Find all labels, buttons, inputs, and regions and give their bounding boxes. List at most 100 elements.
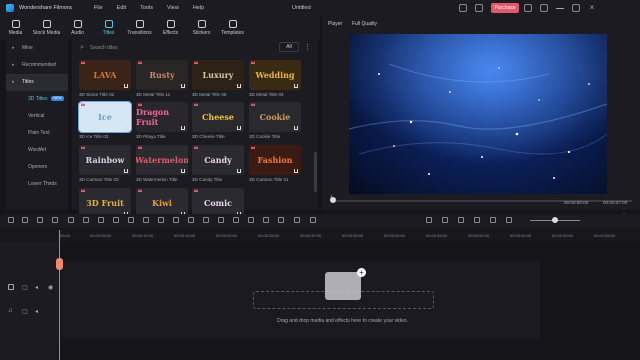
download-icon[interactable] [181,126,185,130]
speed-icon[interactable] [83,217,89,223]
tool-icon[interactable] [310,217,316,223]
delete-icon[interactable] [37,217,43,223]
nav-item-plain-text[interactable]: Plain Text [6,125,68,142]
audio-icon[interactable] [458,217,464,223]
download-icon[interactable] [294,84,298,88]
nav-item-openers[interactable]: Openers [6,159,68,176]
folder-icon[interactable]: ▢ [22,284,28,291]
title-thumbnail[interactable]: Cookie [249,102,301,132]
render-icon[interactable] [426,217,432,223]
notification-icon[interactable] [524,4,532,12]
upload-icon[interactable] [475,4,483,12]
account-icon[interactable] [459,4,467,12]
menu-help[interactable]: Help [193,5,204,11]
title-thumbnail[interactable]: Rainbow [79,145,131,175]
download-icon[interactable] [237,84,241,88]
menu-view[interactable]: View [167,5,179,11]
audio-stretch-icon[interactable] [128,217,134,223]
visibility-icon[interactable]: ◉ [48,284,53,291]
nav-item-3d-titles[interactable]: 3D Titles NEW [6,91,68,108]
purchase-button[interactable]: Purchase [491,3,519,13]
timeline-ruler[interactable]: 00:00 00:00:05:00 00:00:10:00 00:00:15:00 00… [0,228,640,242]
title-thumbnail[interactable]: Dragon Fruit [136,102,188,132]
settings-icon[interactable] [540,4,548,12]
search-input[interactable]: Search titles [80,43,260,53]
undo-icon[interactable] [8,217,14,223]
tab-transitions[interactable]: Transitions [124,16,155,40]
audio-folder-icon[interactable]: ▢ [22,308,28,315]
audio-mute-icon[interactable]: ◂ [35,284,38,291]
marker-icon[interactable] [442,217,448,223]
download-icon[interactable] [237,126,241,130]
mark-in-icon[interactable]: { [330,196,332,203]
close-icon[interactable]: × [588,4,596,12]
title-thumbnail[interactable]: Fashion [249,145,301,175]
voice-icon[interactable] [490,217,496,223]
title-thumbnail[interactable]: LAVA [79,60,131,90]
playhead-handle[interactable] [56,258,63,270]
title-thumbnail[interactable]: Luxury [192,60,244,90]
title-thumbnail[interactable]: Wedding [249,60,301,90]
tab-templates[interactable]: Templates [217,16,248,40]
ai-icon[interactable] [158,217,164,223]
detach-icon[interactable] [173,217,179,223]
color-icon[interactable] [98,217,104,223]
more-options-icon[interactable]: ⋮ [303,43,312,52]
download-icon[interactable] [124,84,128,88]
ripple-icon[interactable] [506,217,512,223]
title-preview-text: Watermelon [136,155,188,165]
title-thumbnail[interactable]: Ice [78,101,132,133]
nav-item-vertical[interactable]: Vertical [6,108,68,125]
download-icon[interactable] [124,126,128,130]
title-thumbnail[interactable]: Rusty [136,60,188,90]
library-scrollbar[interactable] [314,152,317,192]
download-icon[interactable] [294,169,298,173]
download-icon[interactable] [237,169,241,173]
snap-icon[interactable] [474,217,480,223]
voiceover-icon[interactable] [218,217,224,223]
green-screen-icon[interactable] [203,217,209,223]
audio-lock-icon[interactable]: ◂ [35,308,38,315]
keyframe-icon[interactable] [113,217,119,223]
crop-icon[interactable] [68,217,74,223]
title-thumbnail[interactable]: Cheese [192,102,244,132]
zoom-in-icon[interactable] [263,217,269,223]
tab-effects[interactable]: Effects [155,16,186,40]
title-thumbnail[interactable]: Watermelon [136,145,188,175]
minimize-icon[interactable] [556,8,564,9]
premium-icon [251,61,255,64]
tab-titles[interactable]: Titles [93,16,124,40]
playhead[interactable] [59,230,60,360]
mask-icon[interactable] [143,217,149,223]
download-icon[interactable] [294,126,298,130]
nav-item-recommended[interactable]: Recommended [6,57,68,74]
download-icon[interactable] [181,84,185,88]
nav-item-lower-thirds[interactable]: Lower Thirds [6,176,68,193]
tab-stock-media[interactable]: Stock Media [31,16,62,40]
nav-item-titles[interactable]: Titles [6,74,68,91]
zoom-out-icon[interactable] [248,217,254,223]
zoom-slider-knob[interactable] [552,217,558,223]
menu-tools[interactable]: Tools [140,5,153,11]
maximize-icon[interactable] [572,4,580,12]
ruler-tick-label: 00:00 [60,233,71,238]
premium-icon [251,146,255,149]
nav-item-wordart[interactable]: WordArt [6,142,68,159]
quality-dropdown[interactable]: Full Quality [352,21,377,27]
menu-edit[interactable]: Edit [117,5,126,11]
menu-file[interactable]: File [94,5,103,11]
fit-icon[interactable] [233,217,239,223]
tool-icon[interactable] [294,217,300,223]
nav-item-mine[interactable]: Mine [6,40,68,57]
tab-audio[interactable]: Audio [62,16,93,40]
tab-media[interactable]: Media [0,16,31,40]
download-icon[interactable] [124,169,128,173]
download-icon[interactable] [181,169,185,173]
filter-dropdown[interactable]: All [279,42,299,52]
tab-stickers[interactable]: Stickers [186,16,217,40]
split-icon[interactable] [52,217,58,223]
redo-icon[interactable] [22,217,28,223]
mirror-icon[interactable] [188,217,194,223]
layout-icon[interactable] [278,217,284,223]
title-thumbnail[interactable]: Candy [192,145,244,175]
